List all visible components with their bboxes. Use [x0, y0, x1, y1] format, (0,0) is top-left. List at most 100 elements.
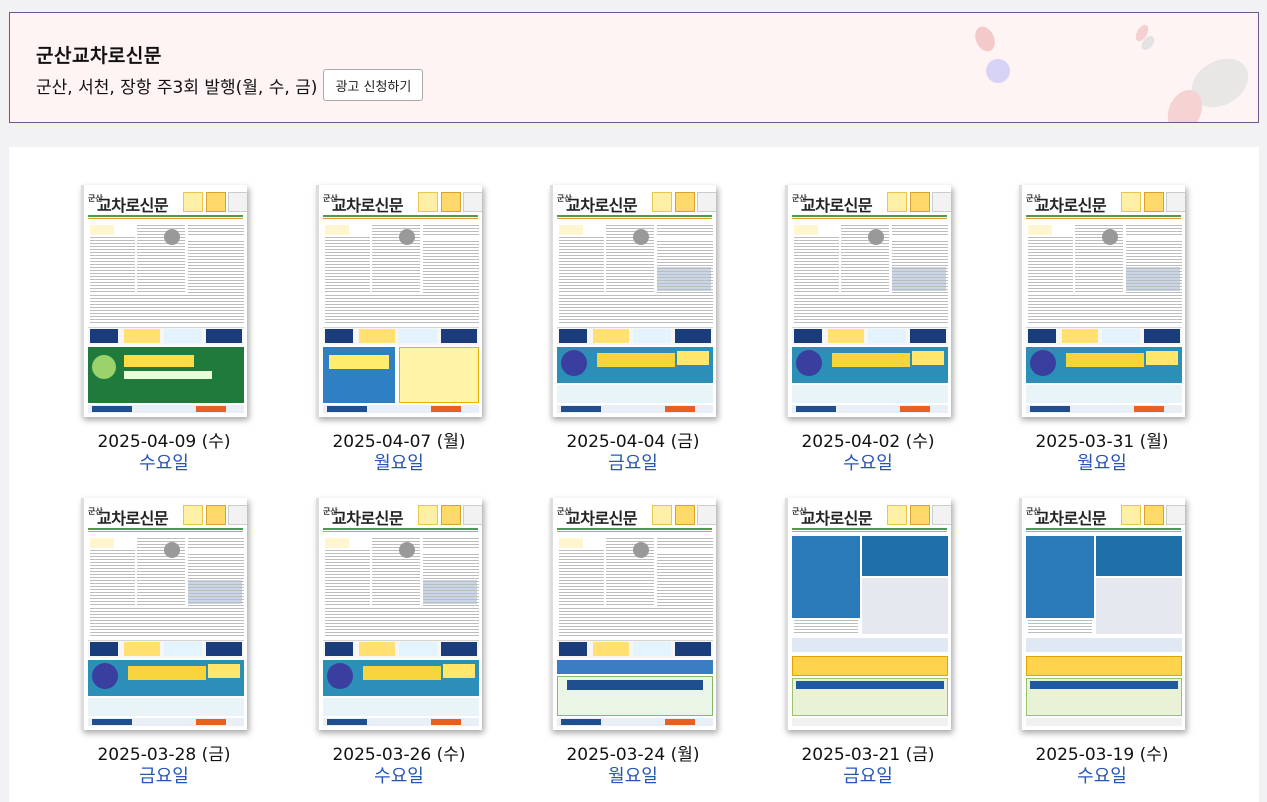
- article-text-block: [794, 295, 948, 325]
- newspaper-masthead: 군산 교차로신문: [792, 502, 951, 528]
- newspaper-thumbnail[interactable]: 군산 교차로신문: [785, 185, 951, 417]
- masthead-box-icon: [910, 192, 930, 212]
- masthead-box-icon: [418, 192, 438, 212]
- ad-block: [1028, 329, 1056, 343]
- ad-block: [1146, 351, 1178, 365]
- issue-weekday-link[interactable]: 금요일: [54, 762, 274, 788]
- ad-block: [1030, 406, 1070, 412]
- ad-block: [593, 329, 629, 343]
- ad-block: [792, 385, 948, 403]
- ad-block: [633, 329, 671, 343]
- ad-request-button[interactable]: 광고 신청하기: [323, 69, 424, 101]
- masthead-logo: 교차로신문: [332, 509, 404, 528]
- masthead-rule: [557, 215, 712, 217]
- issue-weekday-link[interactable]: 월요일: [523, 762, 743, 788]
- article-text-block: [1028, 620, 1092, 634]
- ad-block: [399, 347, 479, 403]
- masthead-box-icon: [1166, 505, 1185, 525]
- newspaper-thumbnail[interactable]: 군산 교차로신문: [81, 185, 247, 417]
- article-text-block: [188, 241, 244, 293]
- issue-weekday-link[interactable]: 수요일: [758, 449, 978, 475]
- masthead-logo: 교차로신문: [97, 196, 169, 215]
- article-text-block: [559, 550, 604, 606]
- issue-weekday-link[interactable]: 수요일: [54, 449, 274, 475]
- masthead-box-icon: [652, 505, 672, 525]
- article-text-block: [892, 225, 948, 235]
- ad-block: [862, 536, 948, 576]
- ad-block: [796, 681, 944, 689]
- masthead-box-icon: [697, 192, 716, 212]
- ad-block: [557, 660, 713, 674]
- article-text-block: [657, 225, 713, 235]
- masthead-box-icon: [675, 505, 695, 525]
- newspaper-thumbnail[interactable]: 군산 교차로신문: [1019, 498, 1185, 730]
- ad-block: [868, 329, 906, 343]
- newspaper-masthead: 군산 교차로신문: [88, 189, 247, 215]
- newspaper-masthead: 군산 교차로신문: [88, 502, 247, 528]
- masthead-rule: [792, 218, 947, 219]
- newspaper-thumbnail[interactable]: 군산 교차로신문: [550, 498, 716, 730]
- ad-block: [1144, 329, 1180, 343]
- ad-block: [359, 642, 395, 656]
- masthead-rule: [792, 531, 947, 532]
- ad-block: [868, 229, 884, 245]
- ad-block: [1026, 718, 1182, 726]
- ad-block: [441, 642, 477, 656]
- masthead-rule: [88, 528, 243, 530]
- ad-block: [796, 350, 822, 376]
- masthead-rule: [88, 218, 243, 219]
- article-text-block: [559, 237, 604, 293]
- newspaper-thumbnail[interactable]: 군산 교차로신문: [1019, 185, 1185, 417]
- newspaper-thumbnail[interactable]: 군산 교차로신문: [316, 185, 482, 417]
- article-text-block: [90, 550, 135, 606]
- masthead-rule: [323, 218, 478, 219]
- newspaper-thumbnail[interactable]: 군산 교차로신문: [785, 498, 951, 730]
- ad-block: [561, 719, 601, 725]
- ad-block: [665, 719, 695, 725]
- masthead-box-icon: [206, 192, 226, 212]
- site-header: 군산교차로신문 군산, 서천, 장항 주3회 발행(월, 수, 금) 광고 신청…: [9, 12, 1259, 123]
- ad-block: [557, 385, 713, 403]
- article-text-block: [1126, 225, 1182, 235]
- issue-weekday-link[interactable]: 수요일: [289, 762, 509, 788]
- masthead-rule: [1026, 218, 1181, 219]
- issue-weekday-link[interactable]: 수요일: [992, 762, 1212, 788]
- ad-block: [633, 642, 671, 656]
- issue-weekday-link[interactable]: 금요일: [758, 762, 978, 788]
- ad-block: [792, 718, 948, 726]
- newspaper-thumbnail[interactable]: 군산 교차로신문: [316, 498, 482, 730]
- ad-block: [794, 329, 822, 343]
- masthead-box-icon: [418, 505, 438, 525]
- ad-block: [1102, 329, 1140, 343]
- ad-block: [124, 371, 212, 379]
- ad-block: [164, 329, 202, 343]
- ad-block: [1026, 656, 1182, 676]
- issue-weekday-link[interactable]: 월요일: [289, 449, 509, 475]
- article-text-block: [559, 608, 713, 638]
- masthead-box-icon: [228, 192, 247, 212]
- ad-block: [399, 329, 437, 343]
- ad-block: [1134, 406, 1164, 412]
- article-text-block: [892, 241, 948, 293]
- ad-block: [910, 329, 946, 343]
- ad-block: [92, 355, 116, 379]
- masthead-box-icon: [463, 505, 482, 525]
- masthead-box-icon: [932, 505, 951, 525]
- issue-weekday-link[interactable]: 금요일: [523, 449, 743, 475]
- ad-block: [633, 542, 649, 558]
- ad-block: [164, 542, 180, 558]
- article-text-block: [559, 295, 713, 325]
- masthead-rule: [88, 531, 243, 532]
- masthead-box-icon: [1144, 505, 1164, 525]
- ad-block: [164, 642, 202, 656]
- newspaper-thumbnail[interactable]: 군산 교차로신문: [81, 498, 247, 730]
- article-text-block: [423, 554, 479, 606]
- article-text-block: [325, 550, 370, 606]
- ad-block: [124, 329, 160, 343]
- ad-block: [677, 351, 709, 365]
- ad-block: [593, 642, 629, 656]
- newspaper-masthead: 군산 교차로신문: [1026, 502, 1185, 528]
- newspaper-thumbnail[interactable]: 군산 교차로신문: [550, 185, 716, 417]
- issue-weekday-link[interactable]: 월요일: [992, 449, 1212, 475]
- ad-block: [794, 225, 818, 235]
